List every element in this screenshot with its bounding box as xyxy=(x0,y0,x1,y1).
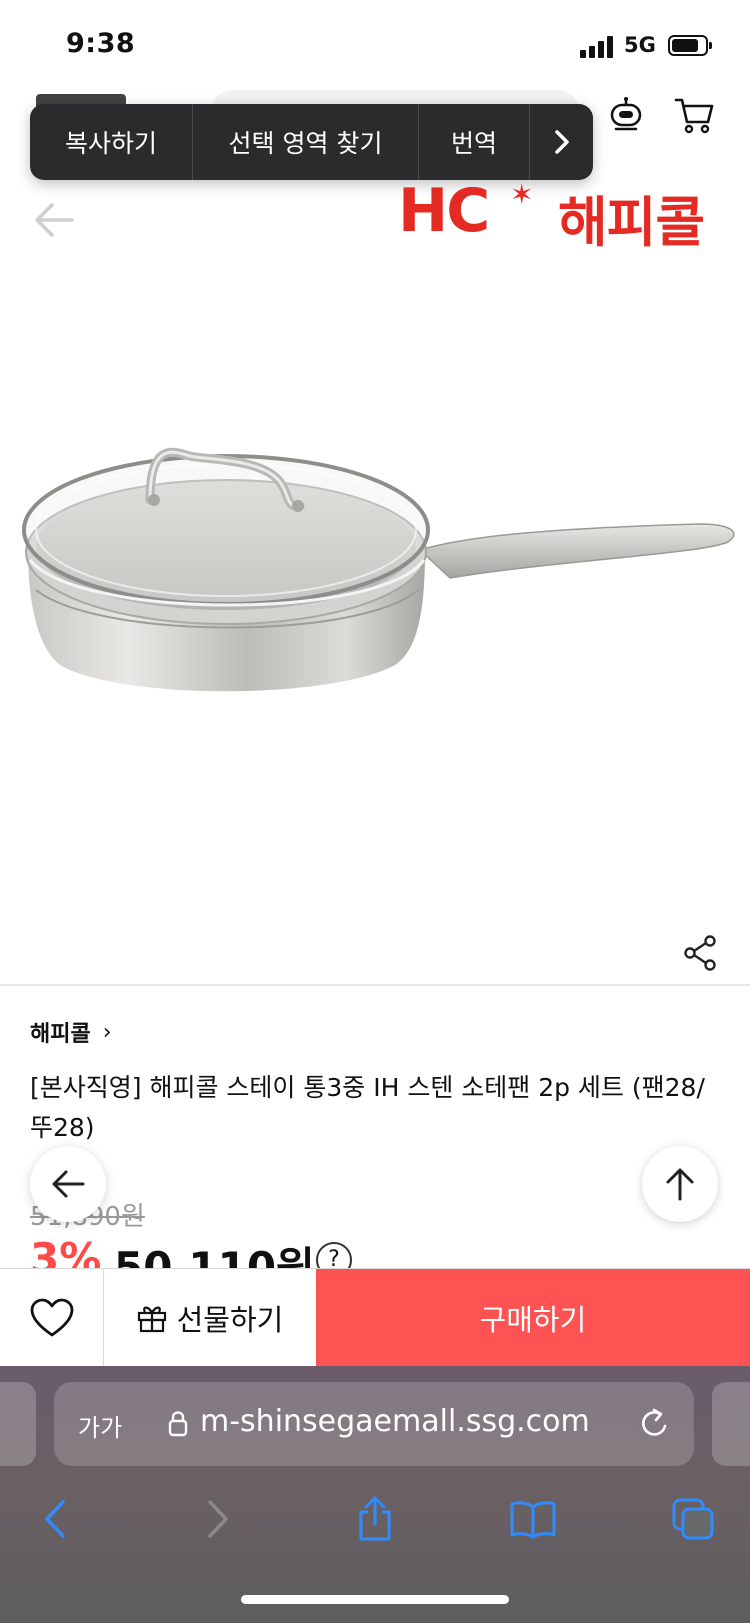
browser-bottom-bar: 가가 m-shinsegaemall.ssg.com xyxy=(0,1366,750,1623)
previous-tab-preview[interactable] xyxy=(0,1382,36,1466)
gift-button[interactable]: 선물하기 xyxy=(104,1269,316,1367)
network-label: 5G xyxy=(624,33,656,57)
cart-icon[interactable] xyxy=(674,96,714,134)
next-tab-preview[interactable] xyxy=(712,1382,750,1466)
floating-back-button[interactable] xyxy=(30,1146,106,1222)
address-bar[interactable]: 가가 m-shinsegaemall.ssg.com xyxy=(54,1382,694,1466)
safari-back-icon xyxy=(45,1500,65,1538)
text-edit-menu: 복사하기 선택 영역 찾기 번역 xyxy=(30,104,593,180)
brand-store-link[interactable]: 해피콜 › xyxy=(30,1016,112,1048)
battery-icon xyxy=(668,35,712,56)
status-bar: 9:38 5G xyxy=(0,0,750,92)
tabs-icon xyxy=(672,1498,714,1540)
brand-logo-letters: HC xyxy=(398,176,490,246)
url-text: m-shinsegaemall.ssg.com xyxy=(200,1404,590,1439)
share-icon[interactable] xyxy=(682,934,718,972)
chevron-right-icon xyxy=(554,130,569,154)
safari-back-button[interactable] xyxy=(30,1494,80,1544)
find-selection-menu-item[interactable]: 선택 영역 찾기 xyxy=(193,104,419,180)
signal-icon xyxy=(580,36,616,58)
arrow-left-icon xyxy=(52,1170,85,1198)
back-arrow-icon[interactable] xyxy=(30,196,78,244)
bot-icon[interactable] xyxy=(608,96,644,132)
arrow-up-icon xyxy=(666,1168,694,1201)
lock-icon xyxy=(168,1411,188,1437)
brand-store-name: 해피콜 xyxy=(30,1022,91,1047)
brand-logo-name: 해피콜 xyxy=(558,191,705,254)
home-indicator xyxy=(241,1595,509,1604)
gift-icon xyxy=(137,1306,166,1333)
purchase-action-bar: 선물하기 구매하기 xyxy=(0,1268,750,1367)
safari-forward-button[interactable] xyxy=(193,1494,243,1544)
buy-button[interactable]: 구매하기 xyxy=(316,1269,750,1367)
bookmarks-icon xyxy=(510,1501,556,1539)
browser-toolbar xyxy=(0,1484,750,1564)
share-sheet-button[interactable] xyxy=(350,1494,400,1544)
product-image xyxy=(22,447,735,692)
tabs-button[interactable] xyxy=(668,1494,718,1544)
scroll-to-top-button[interactable] xyxy=(642,1146,718,1222)
reload-icon[interactable] xyxy=(638,1406,672,1442)
safari-forward-icon xyxy=(208,1500,228,1538)
more-menu-item[interactable] xyxy=(530,104,593,180)
heart-icon xyxy=(30,1298,73,1337)
brand-logo: HC ✶ 해피콜 xyxy=(398,176,738,254)
product-title: [본사직영] 해피콜 스테이 통3중 IH 스텐 소테팬 2p 세트 (팬28/… xyxy=(30,1073,705,1142)
bookmarks-button[interactable] xyxy=(508,1494,558,1544)
chevron-right-icon: › xyxy=(102,1019,112,1045)
gift-button-label: 선물하기 xyxy=(176,1303,284,1337)
brand-logo-spark-icon: ✶ xyxy=(510,178,534,211)
wishlist-button[interactable] xyxy=(0,1269,104,1367)
status-time: 9:38 xyxy=(66,28,136,59)
section-divider xyxy=(0,984,750,986)
text-size-button[interactable]: 가가 xyxy=(78,1408,122,1443)
copy-menu-item[interactable]: 복사하기 xyxy=(30,104,193,180)
share-sheet-icon xyxy=(359,1496,391,1541)
translate-menu-item[interactable]: 번역 xyxy=(419,104,530,180)
